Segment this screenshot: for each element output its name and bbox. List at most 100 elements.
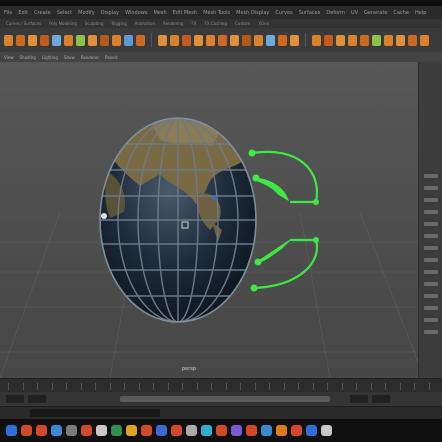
shelf-tool-icon[interactable] [136, 34, 145, 46]
taskbar-app-icon[interactable] [81, 425, 92, 436]
shelf-tool-icon[interactable] [4, 34, 13, 46]
range-end-field[interactable] [350, 395, 368, 403]
taskbar-app-icon[interactable] [186, 425, 197, 436]
taskbar-app-icon[interactable] [111, 425, 122, 436]
taskbar-app-icon[interactable] [306, 425, 317, 436]
shelf-tool-icon[interactable] [206, 34, 215, 46]
menu-item[interactable]: Edit [18, 10, 28, 16]
taskbar-app-icon[interactable] [321, 425, 332, 436]
menu-item[interactable]: Deform [326, 10, 345, 16]
panel-menu-item[interactable]: Lighting [42, 55, 58, 60]
taskbar-app-icon[interactable] [51, 425, 62, 436]
shelf-tool-icon[interactable] [384, 34, 393, 46]
control-point[interactable] [252, 174, 260, 182]
shelf-tool-icon[interactable] [408, 34, 417, 46]
shelf-tab[interactable]: FX [191, 21, 196, 26]
menu-item[interactable]: Modify [78, 10, 95, 16]
shelf-tool-icon[interactable] [254, 34, 263, 46]
shelf-tab[interactable]: Rendering [163, 21, 183, 26]
shelf-tool-icon[interactable] [278, 34, 287, 46]
channel-row[interactable] [424, 330, 438, 334]
shelf-tab[interactable]: FX Caching [205, 21, 227, 26]
shelf-tool-icon[interactable] [112, 34, 121, 46]
shelf-tool-icon[interactable] [266, 34, 275, 46]
panel-menu-item[interactable]: Show [64, 55, 75, 60]
shelf-tool-icon[interactable] [230, 34, 239, 46]
mel-command-input[interactable] [30, 409, 160, 417]
shelf-tool-icon[interactable] [360, 34, 369, 46]
time-slider[interactable] [0, 378, 442, 392]
scene-canvas[interactable] [0, 62, 418, 378]
taskbar-app-icon[interactable] [231, 425, 242, 436]
control-point[interactable] [313, 237, 319, 243]
shelf-tool-icon[interactable] [88, 34, 97, 46]
shelf-tab[interactable]: Rigging [111, 21, 126, 26]
shelf-tab[interactable]: Poly Modeling [49, 21, 77, 26]
panel-menu-item[interactable]: Renderer [81, 55, 99, 60]
control-point[interactable] [250, 284, 258, 292]
menu-item[interactable]: Display [101, 10, 119, 16]
taskbar-app-icon[interactable] [216, 425, 227, 436]
panel-menu-item[interactable]: Shading [20, 55, 36, 60]
range-start-field[interactable] [28, 395, 46, 403]
shelf-tool-icon[interactable] [40, 34, 49, 46]
shelf-tool-icon[interactable] [52, 34, 61, 46]
menu-item[interactable]: Windows [125, 10, 147, 16]
shelf-tool-icon[interactable] [64, 34, 73, 46]
channel-row[interactable] [424, 198, 438, 202]
shelf-tool-icon[interactable] [348, 34, 357, 46]
channel-row[interactable] [424, 210, 438, 214]
channel-row[interactable] [424, 174, 438, 178]
shelf-tab[interactable]: Sculpting [85, 21, 104, 26]
shelf-tool-icon[interactable] [170, 34, 179, 46]
menu-item[interactable]: Generate [364, 10, 387, 16]
taskbar-app-icon[interactable] [96, 425, 107, 436]
start-frame-field[interactable] [6, 395, 24, 403]
globe-mesh[interactable] [99, 106, 257, 323]
3d-viewport[interactable]: persp [0, 62, 418, 378]
shelf-tool-icon[interactable] [76, 34, 85, 46]
channel-box-panel[interactable] [418, 62, 442, 378]
shelf-tool-icon[interactable] [182, 34, 191, 46]
green-controls[interactable] [248, 149, 320, 292]
menu-item[interactable]: Create [34, 10, 51, 16]
taskbar-app-icon[interactable] [156, 425, 167, 436]
channel-row[interactable] [424, 234, 438, 238]
taskbar-app-icon[interactable] [141, 425, 152, 436]
shelf-tool-icon[interactable] [158, 34, 167, 46]
channel-row[interactable] [424, 246, 438, 250]
channel-row[interactable] [424, 222, 438, 226]
channel-row[interactable] [424, 186, 438, 190]
menu-item[interactable]: Cache [393, 10, 409, 16]
shelf-tab[interactable]: XGen [258, 21, 269, 26]
menu-item[interactable]: UV [351, 10, 358, 16]
shelf-tool-icon[interactable] [100, 34, 109, 46]
control-point[interactable] [254, 258, 262, 266]
shelf-tool-icon[interactable] [372, 34, 381, 46]
shelf-tool-icon[interactable] [312, 34, 321, 46]
shelf-tool-icon[interactable] [396, 34, 405, 46]
taskbar-app-icon[interactable] [171, 425, 182, 436]
shelf-tool-icon[interactable] [28, 34, 37, 46]
taskbar-app-icon[interactable] [246, 425, 257, 436]
shelf-tool-icon[interactable] [420, 34, 429, 46]
channel-row[interactable] [424, 258, 438, 262]
shelf-tool-icon[interactable] [324, 34, 333, 46]
menu-item[interactable]: Edit Mesh [173, 10, 197, 16]
shelf-tab[interactable]: Curves / Surfaces [6, 21, 41, 26]
channel-row[interactable] [424, 306, 438, 310]
taskbar-app-icon[interactable] [66, 425, 77, 436]
end-frame-field[interactable] [372, 395, 390, 403]
shelf-tool-icon[interactable] [242, 34, 251, 46]
range-slider[interactable] [0, 392, 442, 406]
panel-menu-item[interactable]: View [4, 55, 14, 60]
taskbar-app-icon[interactable] [6, 425, 17, 436]
menu-item[interactable]: Curves [275, 10, 292, 16]
shelf-tool-icon[interactable] [194, 34, 203, 46]
shelf-tab[interactable]: Animation [135, 21, 155, 26]
taskbar-app-icon[interactable] [291, 425, 302, 436]
shelf-tool-icon[interactable] [218, 34, 227, 46]
control-point[interactable] [248, 149, 256, 157]
menu-item[interactable]: Surfaces [299, 10, 321, 16]
taskbar-app-icon[interactable] [36, 425, 47, 436]
